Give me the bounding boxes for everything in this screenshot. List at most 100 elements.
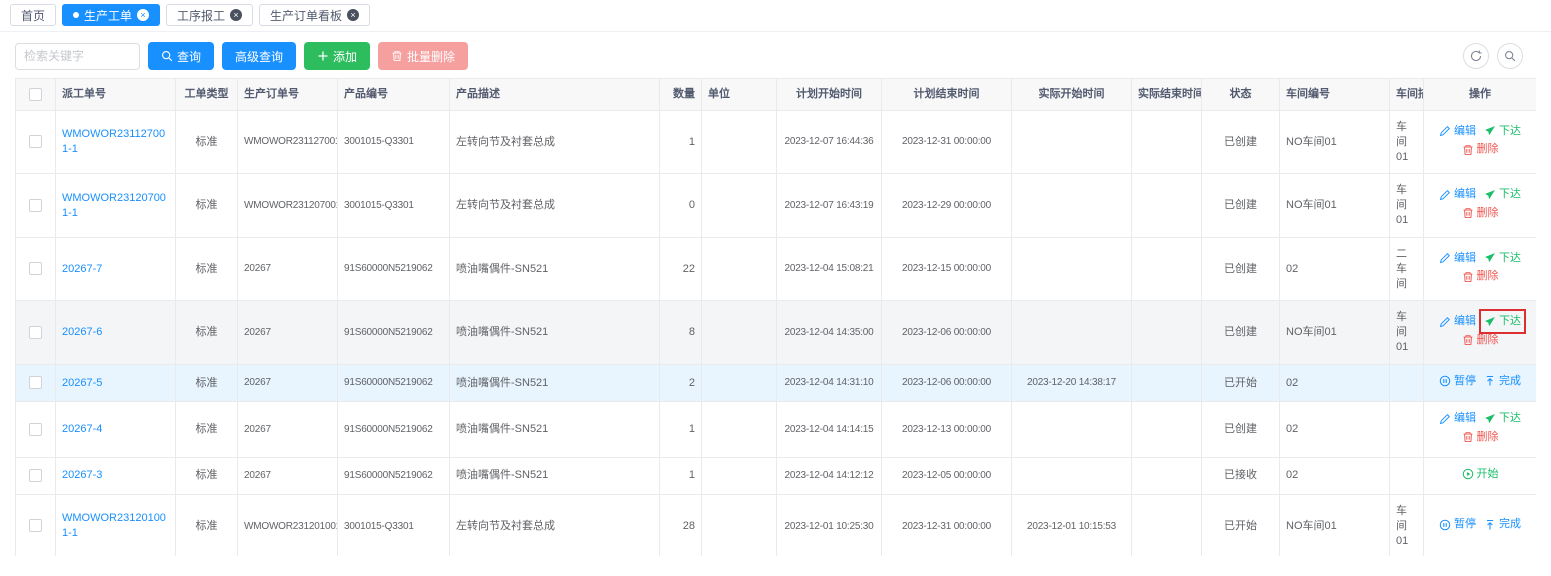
tab-1[interactable]: 生产工单× (62, 4, 160, 26)
cell-unit (702, 364, 777, 401)
row-checkbox[interactable] (29, 519, 42, 532)
delete-button-label: 删除 (1477, 333, 1499, 348)
cell-workshop_code: NO车间01 (1280, 174, 1390, 238)
batch-delete-button[interactable]: 批量删除 (378, 42, 468, 70)
tab-0[interactable]: 首页 (10, 4, 56, 26)
delete-button[interactable]: 删除 (1462, 142, 1499, 157)
work-order-link[interactable]: WMOWOR231207001-1 (62, 192, 166, 219)
cell-product_desc: 左转向节及衬套总成 (450, 495, 660, 556)
start-button[interactable]: 开始 (1462, 467, 1499, 482)
cell-plan_end: 2023-12-15 00:00:00 (882, 237, 1012, 301)
cell-actual_start (1012, 457, 1132, 494)
tab-close-icon[interactable]: × (347, 9, 359, 21)
cell-workshop_desc: 二车间 (1390, 237, 1424, 301)
edit-button-label: 编辑 (1454, 411, 1476, 426)
edit-button[interactable]: 编辑 (1439, 251, 1476, 266)
row-checkbox-cell (16, 495, 56, 556)
cell-product_code: 91S60000N5219062 (338, 402, 450, 458)
cell-plan_start: 2023-12-01 10:25:30 (777, 495, 882, 556)
cell-prod_order: WMOWOR231127001 (238, 110, 338, 174)
delete-button[interactable]: 删除 (1462, 333, 1499, 348)
tab-label: 工序报工 (177, 7, 225, 24)
refresh-button[interactable] (1463, 43, 1489, 69)
cell-unit (702, 495, 777, 556)
work-order-link[interactable]: WMOWOR231201001-1 (62, 512, 166, 539)
delete-button[interactable]: 删除 (1462, 269, 1499, 284)
cell-plan_end: 2023-12-31 00:00:00 (882, 495, 1012, 556)
add-button[interactable]: 添加 (304, 42, 370, 70)
edit-button[interactable]: 编辑 (1439, 187, 1476, 202)
row-checkbox[interactable] (29, 376, 42, 389)
search-input[interactable] (15, 43, 140, 70)
work-order-link[interactable]: 20267-7 (62, 263, 102, 275)
row-checkbox[interactable] (29, 469, 42, 482)
edit-button[interactable]: 编辑 (1439, 124, 1476, 139)
row-checkbox-cell (16, 364, 56, 401)
toolbar-right (1463, 43, 1536, 69)
toggle-search-button[interactable] (1497, 43, 1523, 69)
cell-order-no: 20267-5 (56, 364, 176, 401)
cell-type: 标准 (176, 237, 238, 301)
edit-button[interactable]: 编辑 (1439, 411, 1476, 426)
send-icon (1484, 125, 1496, 137)
row-checkbox[interactable] (29, 326, 42, 339)
cell-actual_end (1132, 301, 1202, 365)
cell-prod_order: 20267 (238, 457, 338, 494)
cell-workshop_desc: 车间01 (1390, 301, 1424, 365)
delete-button-label: 删除 (1477, 206, 1499, 221)
tab-close-icon[interactable]: × (230, 9, 242, 21)
finish-button-label: 完成 (1499, 374, 1521, 389)
tab-3[interactable]: 生产订单看板 × (259, 4, 370, 26)
dispatch-button[interactable]: 下达 (1484, 411, 1521, 426)
query-button[interactable]: 查询 (148, 42, 214, 70)
row-checkbox-cell (16, 457, 56, 494)
finish-button[interactable]: 完成 (1484, 374, 1521, 389)
row-checkbox[interactable] (29, 262, 42, 275)
dispatch-button[interactable]: 下达 (1484, 251, 1521, 266)
cell-status: 已开始 (1202, 364, 1280, 401)
row-checkbox-cell (16, 174, 56, 238)
pause-button[interactable]: 暂停 (1439, 374, 1476, 389)
table-row: 20267-4标准2026791S60000N5219062喷油嘴偶件-SN52… (16, 402, 1537, 458)
cell-actual_start (1012, 174, 1132, 238)
batch-delete-label: 批量删除 (407, 48, 455, 65)
dispatch-button-label: 下达 (1499, 314, 1521, 329)
dispatch-button[interactable]: 下达 (1484, 124, 1521, 139)
tab-close-icon[interactable]: × (137, 9, 149, 21)
cell-workshop_desc (1390, 364, 1424, 401)
pause-button[interactable]: 暂停 (1439, 517, 1476, 532)
trash-icon (1462, 271, 1474, 283)
advanced-query-button[interactable]: 高级查询 (222, 42, 296, 70)
work-order-link[interactable]: 20267-5 (62, 377, 102, 389)
cell-plan_start: 2023-12-04 14:14:15 (777, 402, 882, 458)
cell-actual_start (1012, 237, 1132, 301)
dispatch-button[interactable]: 下达 (1484, 187, 1521, 202)
tab-label: 生产订单看板 (270, 7, 342, 24)
cell-workshop_desc: 车间01 (1390, 495, 1424, 556)
send-icon (1484, 189, 1496, 201)
work-order-link[interactable]: WMOWOR231127001-1 (62, 128, 165, 155)
cell-product_code: 3001015-Q3301 (338, 174, 450, 238)
row-checkbox[interactable] (29, 135, 42, 148)
row-checkbox[interactable] (29, 199, 42, 212)
cell-actions: 编辑下达删除 (1424, 174, 1537, 238)
tab-2[interactable]: 工序报工 × (166, 4, 253, 26)
dispatch-button[interactable]: 下达 (1484, 314, 1521, 329)
pause-icon (1439, 519, 1451, 531)
column-header-qty: 数量 (660, 79, 702, 111)
edit-button[interactable]: 编辑 (1439, 314, 1476, 329)
cell-actual_end (1132, 174, 1202, 238)
work-order-link[interactable]: 20267-3 (62, 469, 102, 481)
row-checkbox[interactable] (29, 423, 42, 436)
cell-order-no: 20267-6 (56, 301, 176, 365)
delete-button[interactable]: 删除 (1462, 430, 1499, 445)
cell-actions: 暂停 完成 (1424, 364, 1537, 401)
delete-button[interactable]: 删除 (1462, 206, 1499, 221)
cell-product_desc: 左转向节及衬套总成 (450, 174, 660, 238)
finish-button[interactable]: 完成 (1484, 517, 1521, 532)
select-all-checkbox[interactable] (29, 88, 42, 101)
cell-actual_end (1132, 495, 1202, 556)
work-order-link[interactable]: 20267-4 (62, 423, 102, 435)
work-order-link[interactable]: 20267-6 (62, 326, 102, 338)
cell-actual_start (1012, 402, 1132, 458)
